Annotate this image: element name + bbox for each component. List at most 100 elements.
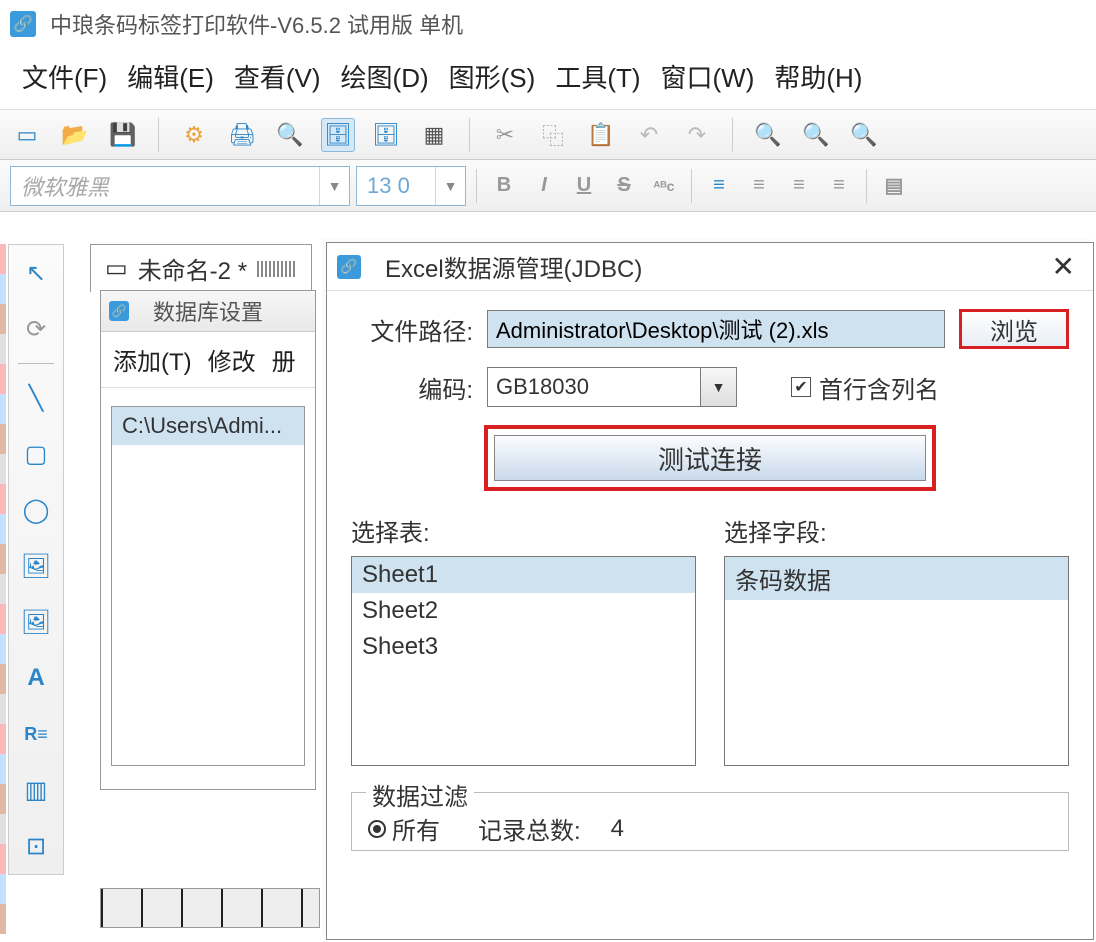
drag-handle-icon[interactable] bbox=[257, 261, 297, 277]
ellipse-icon[interactable]: ◯ bbox=[14, 488, 58, 532]
main-toolbar: ▭ 📂 💾 ⚙ 🖨 🔍 🗄 🗄 ▦ ✂ ⿻ 📋 ↶ ↷ 🔍 🔍 🔍 bbox=[0, 110, 1096, 160]
superscript-icon[interactable]: ᴬᴮc bbox=[647, 169, 681, 203]
align-left-icon[interactable]: ≡ bbox=[702, 169, 736, 203]
encoding-label: 编码: bbox=[351, 370, 473, 405]
qrcode-icon[interactable]: ⊡ bbox=[14, 824, 58, 868]
encoding-combo[interactable]: GB18030 ▼ bbox=[487, 367, 737, 407]
new-doc-icon[interactable]: ▭ bbox=[10, 118, 44, 152]
tab-doc-icon: ▭ bbox=[105, 254, 128, 283]
zoom-out-icon[interactable]: 🔍 bbox=[799, 118, 833, 152]
chevron-down-icon[interactable]: ▼ bbox=[435, 167, 465, 205]
menu-help[interactable]: 帮助(H) bbox=[774, 58, 862, 95]
field-column: 选择字段: 条码数据 bbox=[724, 513, 1069, 766]
horizontal-ruler bbox=[100, 888, 320, 928]
format-toolbar: 微软雅黑 ▼ 13 0 ▼ B I U S ᴬᴮc ≡ ≡ ≡ ≡ ▤ bbox=[0, 160, 1096, 212]
menu-shape[interactable]: 图形(S) bbox=[449, 58, 536, 95]
db-add-menu[interactable]: 添加(T) bbox=[113, 342, 192, 377]
menu-view[interactable]: 查看(V) bbox=[234, 58, 321, 95]
copy-icon[interactable]: ⿻ bbox=[536, 118, 570, 152]
font-family-value: 微软雅黑 bbox=[21, 170, 109, 202]
align-right-icon[interactable]: ≡ bbox=[782, 169, 816, 203]
data-filter-fieldset: 数据过滤 所有 记录总数: 4 bbox=[351, 792, 1069, 851]
align-justify-icon[interactable]: ≡ bbox=[822, 169, 856, 203]
underline-icon[interactable]: U bbox=[567, 169, 601, 203]
font-family-combo[interactable]: 微软雅黑 ▼ bbox=[10, 166, 350, 206]
italic-icon[interactable]: I bbox=[527, 169, 561, 203]
bold-icon[interactable]: B bbox=[487, 169, 521, 203]
print-preview-icon[interactable]: 🔍 bbox=[273, 118, 307, 152]
app-icon: 🔗 bbox=[10, 11, 36, 37]
text-icon[interactable]: A bbox=[14, 656, 58, 700]
redo-icon[interactable]: ↷ bbox=[680, 118, 714, 152]
settings-icon[interactable]: ⚙ bbox=[177, 118, 211, 152]
menu-draw[interactable]: 绘图(D) bbox=[341, 58, 429, 95]
dialog-titlebar[interactable]: 🔗 Excel数据源管理(JDBC) ✕ bbox=[327, 243, 1093, 291]
open-icon[interactable]: 📂 bbox=[58, 118, 92, 152]
zoom-fit-icon[interactable]: 🔍 bbox=[847, 118, 881, 152]
chevron-down-icon[interactable]: ▼ bbox=[700, 368, 736, 406]
record-count-value: 4 bbox=[611, 815, 624, 843]
layout-icon[interactable]: ▤ bbox=[877, 169, 911, 203]
pointer-icon[interactable]: ↖ bbox=[14, 251, 58, 295]
separator bbox=[691, 169, 692, 203]
db-settings-titlebar[interactable]: 🔗 数据库设置 bbox=[101, 291, 315, 332]
menu-window[interactable]: 窗口(W) bbox=[661, 58, 755, 95]
select-field-label: 选择字段: bbox=[724, 513, 1069, 548]
list-item[interactable]: Sheet3 bbox=[352, 629, 695, 665]
grid-icon[interactable]: ▦ bbox=[417, 118, 451, 152]
db-delete-menu[interactable]: 册 bbox=[272, 342, 296, 377]
image-icon[interactable]: 🖼 bbox=[14, 544, 58, 588]
cut-icon[interactable]: ✂ bbox=[488, 118, 522, 152]
align-center-icon[interactable]: ≡ bbox=[742, 169, 776, 203]
radio-dot bbox=[368, 820, 386, 838]
dialog-body: 文件路径: 浏览 编码: GB18030 ▼ ✔ 首行含列名 测试连接 选择表:… bbox=[327, 291, 1093, 861]
print-icon[interactable]: 🖨 bbox=[225, 118, 259, 152]
db-settings-menu: 添加(T) 修改 册 bbox=[101, 332, 315, 388]
richtext-icon[interactable]: R≡ bbox=[14, 712, 58, 756]
filter-all-radio[interactable]: 所有 bbox=[368, 811, 440, 846]
field-listbox[interactable]: 条码数据 bbox=[724, 556, 1069, 766]
line-icon[interactable]: ╲ bbox=[14, 376, 58, 420]
db-source-item[interactable]: C:\Users\Admi... bbox=[112, 407, 304, 445]
db-modify-menu[interactable]: 修改 bbox=[208, 342, 256, 377]
document-tab[interactable]: ▭ 未命名-2 * bbox=[90, 244, 312, 292]
table-listbox[interactable]: Sheet1 Sheet2 Sheet3 bbox=[351, 556, 696, 766]
separator bbox=[469, 118, 470, 152]
menu-edit[interactable]: 编辑(E) bbox=[127, 58, 214, 95]
db-source-list[interactable]: C:\Users\Admi... bbox=[111, 406, 305, 766]
rounded-rect-icon[interactable]: ▢ bbox=[14, 432, 58, 476]
rotate-icon[interactable]: ⟳ bbox=[14, 307, 58, 351]
first-row-checkbox[interactable]: ✔ 首行含列名 bbox=[791, 370, 939, 405]
select-table-label: 选择表: bbox=[351, 513, 696, 548]
database-add-icon[interactable]: 🗄 bbox=[369, 118, 403, 152]
table-column: 选择表: Sheet1 Sheet2 Sheet3 bbox=[351, 513, 696, 766]
separator bbox=[866, 169, 867, 203]
chevron-down-icon[interactable]: ▼ bbox=[319, 167, 349, 205]
menu-file[interactable]: 文件(F) bbox=[22, 58, 107, 95]
file-path-input[interactable] bbox=[487, 310, 945, 348]
strike-icon[interactable]: S bbox=[607, 169, 641, 203]
file-path-label: 文件路径: bbox=[351, 312, 473, 347]
browse-button[interactable]: 浏览 bbox=[959, 309, 1069, 349]
save-icon[interactable]: 💾 bbox=[106, 118, 140, 152]
test-connection-button[interactable]: 测试连接 bbox=[494, 435, 926, 481]
data-filter-legend: 数据过滤 bbox=[366, 777, 474, 812]
app-icon: 🔗 bbox=[337, 255, 361, 279]
paste-icon[interactable]: 📋 bbox=[584, 118, 618, 152]
barcode-icon[interactable]: ▥ bbox=[14, 768, 58, 812]
record-count-label: 记录总数: bbox=[478, 811, 581, 846]
menu-tools[interactable]: 工具(T) bbox=[555, 58, 640, 95]
separator bbox=[158, 118, 159, 152]
thumbnail-strip bbox=[0, 244, 6, 934]
list-item[interactable]: Sheet1 bbox=[352, 557, 695, 593]
image-edit-icon[interactable]: 🖼 bbox=[14, 600, 58, 644]
close-icon[interactable]: ✕ bbox=[1044, 250, 1083, 283]
font-size-combo[interactable]: 13 0 ▼ bbox=[356, 166, 466, 206]
database-icon[interactable]: 🗄 bbox=[321, 118, 355, 152]
zoom-in-icon[interactable]: 🔍 bbox=[751, 118, 785, 152]
excel-jdbc-dialog: 🔗 Excel数据源管理(JDBC) ✕ 文件路径: 浏览 编码: GB1803… bbox=[326, 242, 1094, 940]
list-item[interactable]: Sheet2 bbox=[352, 593, 695, 629]
undo-icon[interactable]: ↶ bbox=[632, 118, 666, 152]
first-row-checkbox-label: 首行含列名 bbox=[819, 370, 939, 405]
list-item[interactable]: 条码数据 bbox=[725, 557, 1068, 600]
